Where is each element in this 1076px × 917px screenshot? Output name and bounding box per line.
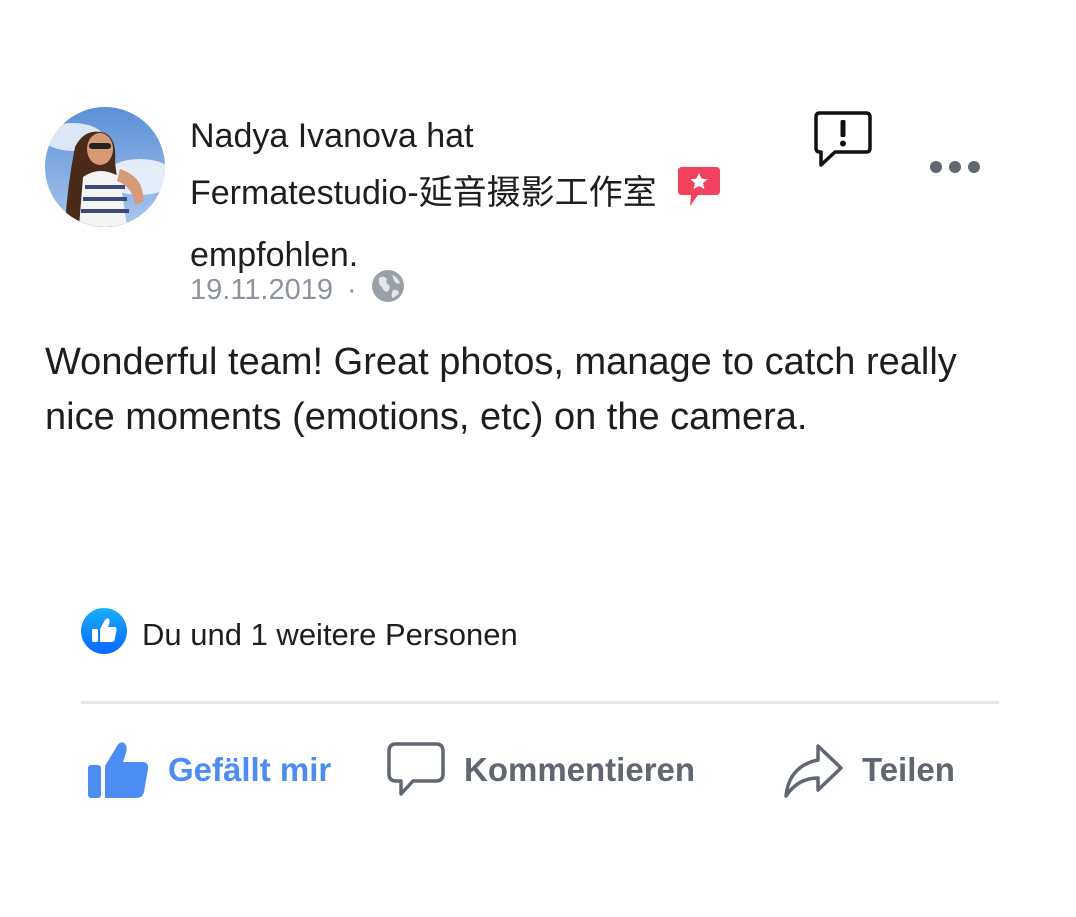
divider bbox=[81, 701, 999, 704]
post-date[interactable]: 19.11.2019 bbox=[190, 274, 333, 307]
post-body-text: Wonderful team! Great photos, manage to … bbox=[45, 341, 957, 438]
like-button-label: Gefällt mir bbox=[168, 751, 332, 788]
page-name-link[interactable]: Fermatestudio-延音摄影工作室 bbox=[190, 174, 657, 212]
meta-separator: · bbox=[347, 273, 357, 306]
recommendation-badge-icon bbox=[676, 164, 722, 227]
comment-button[interactable]: Kommentieren bbox=[386, 735, 695, 805]
avatar[interactable] bbox=[45, 107, 165, 227]
post-header: Nadya Ivanova hat Fermatestudio-延音摄影工作室 … bbox=[190, 108, 790, 283]
reactions-summary-label: Du und 1 weitere Personen bbox=[142, 617, 518, 652]
comment-bubble-icon bbox=[387, 742, 445, 796]
share-button[interactable]: Teilen bbox=[782, 735, 955, 805]
more-options-button[interactable] bbox=[925, 150, 985, 184]
ellipsis-icon bbox=[930, 161, 980, 173]
thumbs-up-icon bbox=[88, 742, 149, 798]
reactions-summary[interactable]: Du und 1 weitere Personen bbox=[80, 608, 518, 662]
report-button[interactable] bbox=[813, 110, 873, 170]
like-button[interactable]: Gefällt mir bbox=[86, 735, 331, 805]
author-line[interactable]: Nadya Ivanova hat bbox=[190, 108, 790, 164]
share-arrow-icon bbox=[784, 744, 843, 798]
comment-button-label: Kommentieren bbox=[464, 751, 696, 788]
share-button-label: Teilen bbox=[862, 751, 955, 788]
report-speech-bubble-icon bbox=[814, 111, 872, 167]
globe-icon bbox=[371, 269, 405, 311]
avatar-photo bbox=[45, 107, 165, 227]
post-meta: 19.11.2019 · bbox=[190, 270, 405, 310]
thumbs-up-icon bbox=[80, 607, 142, 663]
